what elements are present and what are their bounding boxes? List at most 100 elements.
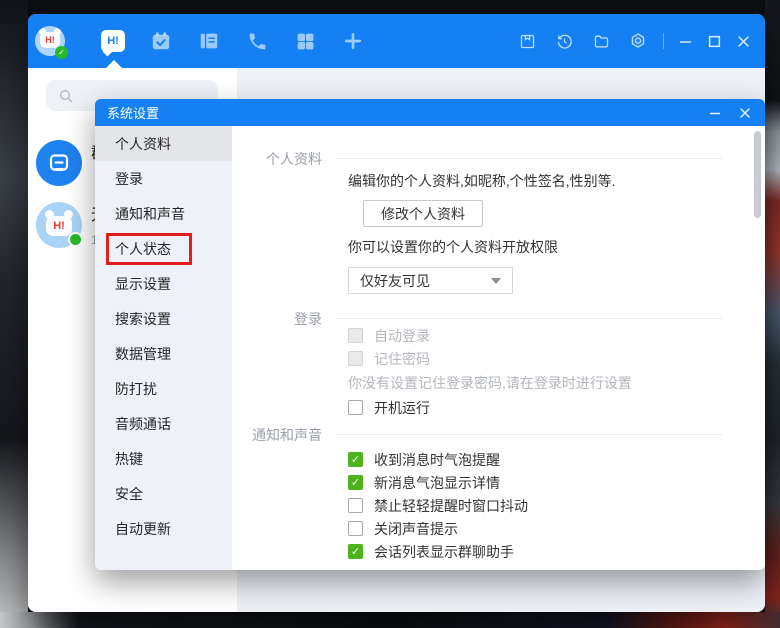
dialog-nav-item[interactable]: 个人状态 (95, 231, 232, 266)
calendar-check-icon[interactable] (149, 29, 173, 53)
dialog-nav-item-label: 防打扰 (115, 379, 157, 399)
active-tab-pointer (106, 60, 122, 68)
chat-tab-active[interactable]: H! (101, 29, 125, 53)
section-notifications-body: ✓ 收到消息时气泡提醒 ✓ 新消息气泡显示详情禁止轻轻提醒时窗口抖动关闭声音提示 ✓ 会话… (335, 434, 722, 566)
checkbox-unchecked (348, 328, 363, 343)
dialog-nav-item[interactable]: 安全 (95, 476, 232, 511)
desktop-background-bottom (0, 612, 780, 628)
online-check-badge: ✓ (55, 46, 68, 59)
news-icon[interactable] (197, 29, 221, 53)
apps-grid-icon[interactable] (293, 29, 317, 53)
dialog-nav-item-label: 个人状态 (106, 233, 192, 265)
phone-icon[interactable] (245, 29, 269, 53)
section-label: 登录 (232, 309, 335, 425)
startup-checkbox: 开机运行 (348, 399, 722, 416)
dialog-nav-item[interactable]: 搜索设置 (95, 301, 232, 336)
checkbox-unchecked (348, 351, 363, 366)
checkbox-label: 自动登录 (374, 326, 430, 346)
topbar-nav: H! (101, 29, 365, 53)
dialog-nav-item-label: 显示设置 (115, 274, 171, 294)
dialog-nav-item-label: 数据管理 (115, 344, 171, 364)
bear-mascot-avatar: H! (36, 202, 82, 248)
checkbox-unchecked[interactable] (348, 498, 363, 513)
dialog-close-button[interactable] (737, 105, 753, 121)
checkbox-label: 新消息气泡显示详情 (374, 473, 500, 493)
dialog-nav: 个人资料登录通知和声音个人状态显示设置搜索设置数据管理防打扰音频通话热键安全自动… (95, 126, 232, 570)
dialog-nav-item[interactable]: 显示设置 (95, 266, 232, 301)
user-avatar[interactable]: H! ✓ (35, 26, 65, 56)
dialog-nav-item[interactable]: 防打扰 (95, 371, 232, 406)
checkbox-label: 会话列表显示群聊助手 (374, 542, 514, 562)
checkbox-row[interactable]: 关闭声音提示 (348, 520, 722, 537)
section-label: 个人资料 (232, 149, 335, 309)
dialog-nav-item-label: 自动更新 (115, 519, 171, 539)
checkbox-label: 开机运行 (374, 398, 430, 418)
settings-gear-icon[interactable] (626, 29, 650, 53)
plus-icon[interactable] (341, 29, 365, 53)
bear-avatar-label: H! (46, 216, 72, 236)
bookmark-icon[interactable] (515, 29, 539, 53)
dialog-content: 个人资料 编辑你的个人资料,如昵称,个性签名,性别等. 修改个人资料 你可以设置… (232, 126, 765, 570)
profile-desc-text: 编辑你的个人资料,如昵称,个性签名,性别等. (348, 171, 722, 191)
dialog-nav-item[interactable]: 登录 (95, 161, 232, 196)
dialog-nav-item-label: 安全 (115, 484, 143, 504)
maximize-button[interactable] (706, 33, 722, 49)
group-message-avatar (36, 140, 82, 186)
section-login: 登录 自动登录记住密码 你没有设置记住登录密码,请在登录时进行设置 开机运行 (232, 318, 765, 434)
dialog-scrollbar[interactable] (754, 131, 761, 218)
checkbox-checked[interactable]: ✓ (348, 452, 363, 467)
chat-icon: H! (101, 30, 125, 52)
edit-profile-button[interactable]: 修改个人资料 (363, 200, 483, 227)
topbar-utilities (515, 14, 751, 68)
folder-icon[interactable] (589, 29, 613, 53)
checkbox-checked[interactable]: ✓ (348, 544, 363, 559)
search-icon (58, 88, 74, 104)
checkbox-label: 收到消息时气泡提醒 (374, 450, 500, 470)
section-profile: 个人资料 编辑你的个人资料,如昵称,个性签名,性别等. 修改个人资料 你可以设置… (232, 158, 765, 318)
checkbox-row[interactable]: ✓ 新消息气泡显示详情 (348, 474, 722, 491)
chevron-down-icon (491, 278, 501, 284)
login-note-text: 你没有设置记住登录密码,请在登录时进行设置 (348, 373, 722, 393)
checkbox-label: 关闭声音提示 (374, 519, 458, 539)
checkbox-checked[interactable]: ✓ (348, 475, 363, 490)
message-icon (47, 151, 71, 175)
login-checkboxes: 自动登录记住密码 (348, 327, 722, 367)
section-notifications: 通知和声音 ✓收到消息时气泡提醒✓新消息气泡显示详情禁止轻轻提醒时窗口抖动关闭声… (232, 434, 765, 566)
dialog-minimize-button[interactable] (707, 105, 723, 121)
dialog-nav-item[interactable]: 个人资料 (95, 126, 232, 161)
dialog-nav-item-label: 登录 (115, 169, 143, 189)
checkbox-unchecked[interactable] (348, 400, 363, 415)
minimize-button[interactable] (677, 33, 693, 49)
checkbox-row[interactable]: ✓ 会话列表显示群聊助手 (348, 543, 722, 560)
checkbox-label: 禁止轻轻提醒时窗口抖动 (374, 496, 528, 516)
dialog-title: 系统设置 (107, 103, 693, 122)
dialog-nav-item-label: 搜索设置 (115, 309, 171, 329)
close-button[interactable] (735, 33, 751, 49)
dialog-nav-item[interactable]: 热键 (95, 441, 232, 476)
dialog-nav-item-label: 个人资料 (115, 134, 171, 154)
section-label: 通知和声音 (232, 425, 335, 557)
dialog-nav-item-label: 音频通话 (115, 414, 171, 434)
checkbox-label: 记住密码 (374, 349, 430, 369)
main-titlebar: H! ✓ H! (28, 14, 765, 68)
checkbox-row[interactable]: 记住密码 (348, 350, 722, 367)
dialog-titlebar: 系统设置 (95, 99, 765, 126)
checkbox-row[interactable]: ✓ 收到消息时气泡提醒 (348, 451, 722, 468)
checkbox-unchecked[interactable] (348, 521, 363, 536)
topbar-separator (663, 33, 664, 49)
dialog-nav-item[interactable]: 音频通话 (95, 406, 232, 441)
profile-visibility-dropdown[interactable]: 仅好友可见 (348, 267, 513, 294)
history-icon[interactable] (552, 29, 576, 53)
checkbox-row[interactable]: 自动登录 (348, 327, 722, 344)
dialog-nav-item[interactable]: 通知和声音 (95, 196, 232, 231)
dropdown-value: 仅好友可见 (360, 271, 430, 291)
dialog-nav-item[interactable]: 自动更新 (95, 511, 232, 546)
notification-checkboxes: ✓ 收到消息时气泡提醒 ✓ 新消息气泡显示详情禁止轻轻提醒时窗口抖动关闭声音提示 ✓ 会话… (348, 451, 722, 560)
dialog-nav-item[interactable]: 数据管理 (95, 336, 232, 371)
desktop-background-right (765, 0, 780, 628)
section-profile-body: 编辑你的个人资料,如昵称,个性签名,性别等. 修改个人资料 你可以设置你的个人资… (335, 158, 722, 318)
online-dot (68, 232, 83, 247)
checkbox-row[interactable]: 禁止轻轻提醒时窗口抖动 (348, 497, 722, 514)
desktop-background-left (0, 0, 28, 628)
checkbox-row[interactable]: 开机运行 (348, 399, 722, 416)
